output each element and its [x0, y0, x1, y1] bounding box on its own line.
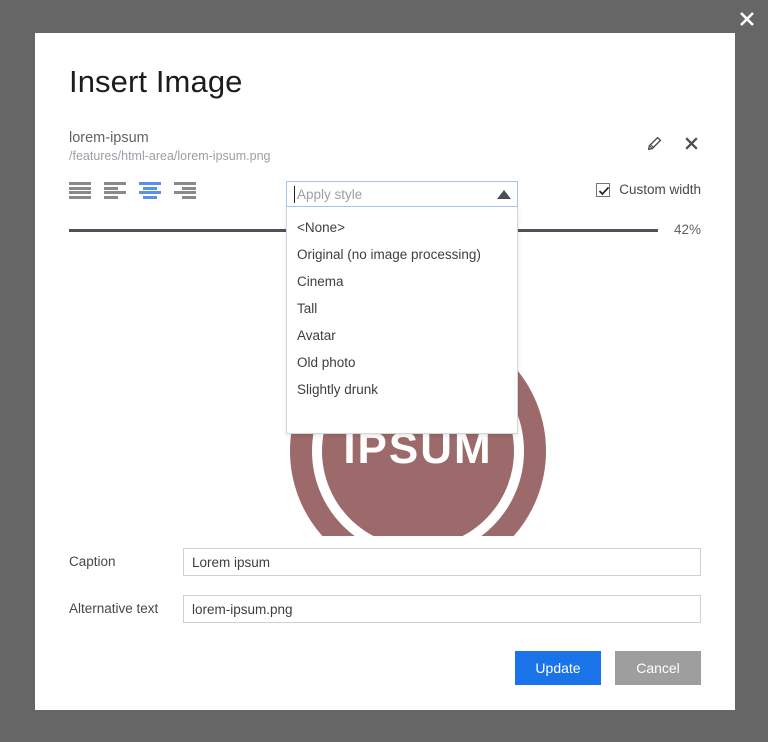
apply-style-placeholder: Apply style — [297, 186, 363, 202]
file-path: /features/html-area/lorem-ipsum.png — [69, 149, 271, 163]
align-right-icon — [174, 182, 196, 185]
custom-width-label: Custom width — [619, 182, 701, 197]
dialog-actions: Update Cancel — [515, 651, 701, 685]
custom-width-toggle[interactable]: Custom width — [596, 182, 701, 197]
update-button[interactable]: Update — [515, 651, 601, 685]
close-icon — [740, 12, 754, 26]
chevron-up-icon[interactable] — [497, 189, 511, 199]
custom-width-checkbox[interactable] — [596, 182, 611, 197]
style-option[interactable]: Cinema — [287, 268, 517, 295]
pencil-icon — [647, 136, 661, 150]
apply-style-option-list: <None> Original (no image processing) Ci… — [286, 207, 518, 434]
page-title: Insert Image — [69, 64, 243, 99]
caption-input[interactable] — [183, 548, 701, 576]
style-option[interactable]: Original (no image processing) — [287, 241, 517, 268]
align-center-icon — [139, 182, 161, 185]
style-option[interactable]: Tall — [287, 295, 517, 322]
alignment-group — [69, 181, 196, 200]
style-option[interactable]: Old photo — [287, 349, 517, 376]
text-caret — [294, 186, 295, 203]
caption-label: Caption — [69, 554, 116, 569]
alt-text-input[interactable] — [183, 595, 701, 623]
apply-style-input-wrapper[interactable]: Apply style — [286, 181, 518, 207]
insert-image-dialog: Insert Image lorem-ipsum /features/html-… — [35, 33, 735, 710]
align-justify-button[interactable] — [69, 181, 91, 200]
alt-text-row: Alternative text — [69, 595, 701, 623]
remove-image-button[interactable] — [681, 133, 701, 153]
align-justify-icon — [69, 182, 91, 185]
file-name: lorem-ipsum — [69, 130, 149, 146]
edit-image-button[interactable] — [644, 133, 664, 153]
cancel-button[interactable]: Cancel — [615, 651, 701, 685]
align-left-icon — [104, 182, 126, 185]
file-actions — [644, 133, 701, 153]
apply-style-dropdown: Apply style <None> Original (no image pr… — [286, 181, 518, 434]
align-right-button[interactable] — [174, 181, 196, 200]
checkmark-icon — [599, 186, 610, 195]
backdrop-close-button[interactable] — [732, 4, 762, 34]
align-center-button[interactable] — [139, 181, 161, 200]
style-option[interactable]: Avatar — [287, 322, 517, 349]
style-option[interactable]: <None> — [287, 214, 517, 241]
close-icon — [684, 136, 698, 150]
caption-row: Caption — [69, 548, 701, 576]
align-left-button[interactable] — [104, 181, 126, 200]
style-option[interactable]: Slightly drunk — [287, 376, 517, 403]
file-info-row: lorem-ipsum /features/html-area/lorem-ip… — [69, 129, 701, 169]
alt-text-label: Alternative text — [69, 601, 159, 616]
